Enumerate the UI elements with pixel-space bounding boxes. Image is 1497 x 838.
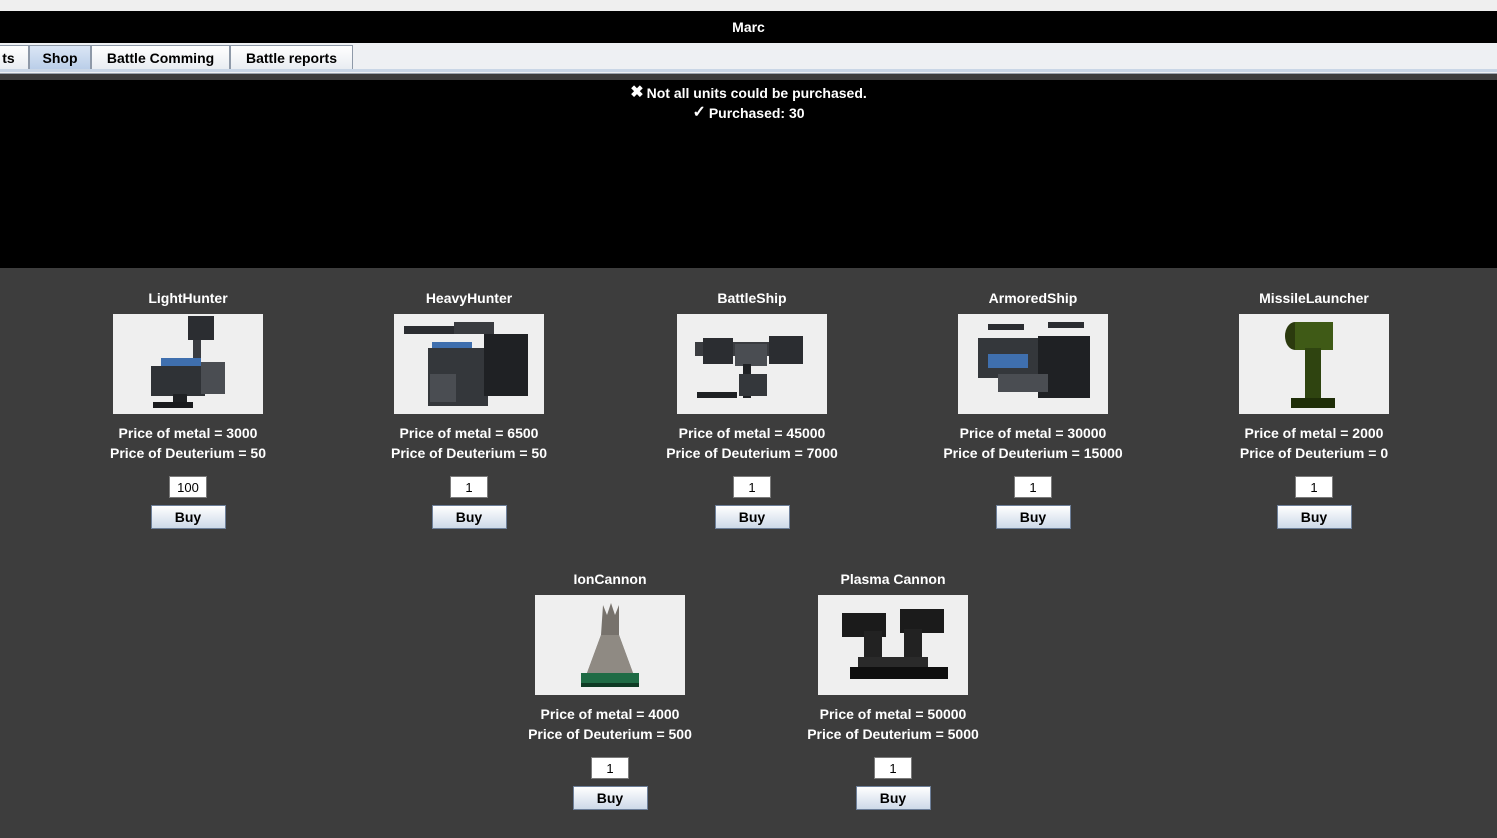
- light-hunter-robot-icon: [113, 314, 263, 414]
- buy-button[interactable]: Buy: [855, 786, 931, 810]
- unit-name: Plasma Cannon: [840, 571, 946, 587]
- error-message: ✖ Not all units could be purchased.: [0, 83, 1497, 103]
- checkmark-icon: ✓: [692, 104, 706, 121]
- deuterium-price: Price of Deuterium = 50: [109, 445, 266, 461]
- deuterium-price: Price of Deuterium = 15000: [943, 445, 1123, 461]
- quantity-input[interactable]: [874, 757, 912, 779]
- unit-card-battleship: BattleShip Price of metal = 45000 Price …: [612, 289, 892, 529]
- unit-name: MissileLauncher: [1259, 290, 1369, 306]
- quantity-input[interactable]: [450, 476, 488, 498]
- quantity-input[interactable]: [591, 757, 629, 779]
- unit-card-lighthunter: LightHunter Price of metal = 3000 Price …: [48, 289, 328, 529]
- tab-underline: [0, 69, 1497, 72]
- unit-card-ioncannon: IonCannon Price of metal = 4000 Price of…: [470, 570, 750, 810]
- buy-button[interactable]: Buy: [995, 505, 1071, 529]
- metal-price: Price of metal = 3000: [118, 425, 258, 441]
- unit-card-plasma-cannon: Plasma Cannon Price of metal = 50000 Pri…: [753, 570, 1033, 810]
- missile-launcher-icon: [1239, 314, 1389, 414]
- cross-icon: ✖: [630, 84, 644, 101]
- window-title-bar: Marc: [0, 11, 1497, 43]
- deuterium-price: Price of Deuterium = 500: [528, 726, 692, 742]
- message-panel: ✖ Not all units could be purchased. ✓ Pu…: [0, 80, 1497, 268]
- ion-cannon-icon: [535, 595, 685, 695]
- metal-price: Price of metal = 30000: [959, 425, 1107, 441]
- metal-price: Price of metal = 2000: [1244, 425, 1384, 441]
- error-message-text: Not all units could be purchased.: [646, 85, 867, 101]
- buy-button[interactable]: Buy: [431, 505, 507, 529]
- unit-card-missilelauncher: MissileLauncher Price of metal = 2000 Pr…: [1174, 289, 1454, 529]
- tab-battle-comming[interactable]: Battle Comming: [91, 45, 230, 70]
- tab-shop[interactable]: Shop: [29, 45, 91, 70]
- buy-button[interactable]: Buy: [150, 505, 226, 529]
- unit-card-armoredship: ArmoredShip Price of metal = 30000 Price…: [893, 289, 1173, 529]
- unit-card-heavyhunter: HeavyHunter Price of metal = 6500 Price …: [329, 289, 609, 529]
- armored-ship-icon: [958, 314, 1108, 414]
- heavy-hunter-robot-icon: [394, 314, 544, 414]
- quantity-input[interactable]: [733, 476, 771, 498]
- success-message-text: Purchased: 30: [708, 105, 805, 121]
- buy-button[interactable]: Buy: [714, 505, 790, 529]
- unit-name: LightHunter: [148, 290, 228, 306]
- deuterium-price: Price of Deuterium = 50: [390, 445, 547, 461]
- metal-price: Price of metal = 45000: [678, 425, 826, 441]
- tab-previous-truncated[interactable]: ts: [0, 45, 29, 70]
- success-message: ✓ Purchased: 30: [0, 103, 1497, 123]
- unit-name: BattleShip: [717, 290, 787, 306]
- unit-name: ArmoredShip: [988, 290, 1078, 306]
- metal-price: Price of metal = 6500: [399, 425, 539, 441]
- battleship-icon: [677, 314, 827, 414]
- quantity-input[interactable]: [1295, 476, 1333, 498]
- quantity-input[interactable]: [169, 476, 207, 498]
- window-title: Marc: [732, 19, 765, 35]
- quantity-input[interactable]: [1014, 476, 1052, 498]
- unit-name: IonCannon: [573, 571, 647, 587]
- deuterium-price: Price of Deuterium = 7000: [666, 445, 838, 461]
- unit-name: HeavyHunter: [425, 290, 513, 306]
- metal-price: Price of metal = 4000: [540, 706, 680, 722]
- deuterium-price: Price of Deuterium = 5000: [807, 726, 979, 742]
- buy-button[interactable]: Buy: [572, 786, 648, 810]
- metal-price: Price of metal = 50000: [819, 706, 967, 722]
- tab-battle-reports[interactable]: Battle reports: [230, 45, 353, 70]
- deuterium-price: Price of Deuterium = 0: [1239, 445, 1389, 461]
- buy-button[interactable]: Buy: [1276, 505, 1352, 529]
- plasma-cannon-icon: [818, 595, 968, 695]
